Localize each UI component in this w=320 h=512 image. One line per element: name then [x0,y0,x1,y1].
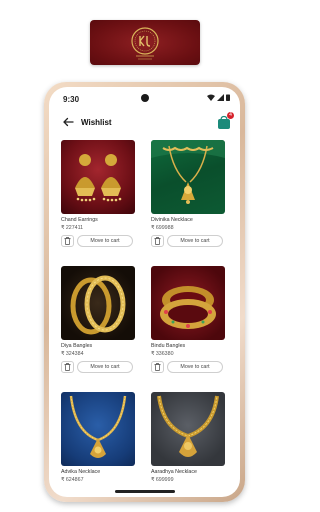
necklace-image-icon [151,140,225,204]
product-name: Aaradhya Necklace [151,469,197,475]
remove-button[interactable] [151,235,164,247]
product-name: Divinika Necklace [151,217,193,223]
bangles-image-icon [160,286,216,329]
wishlist-card: Diya Bangles ₹ 324384 Move to cart [61,266,135,379]
remove-button[interactable] [61,361,74,373]
signal-icon [217,94,224,101]
app-bar: Wishlist 4 [49,112,240,133]
camera-cutout [140,94,149,102]
remove-button[interactable] [151,361,164,373]
wishlist-card: Divinika Necklace ₹ 699988 Move to cart [151,140,225,253]
wishlist-card: Aaradhya Necklace ₹ 699999 [151,392,225,497]
product-image[interactable] [151,392,225,466]
earrings-image-icon [75,154,122,202]
wishlist-card: Bindu Bangles ₹ 336380 Move to cart [151,266,225,379]
product-price: ₹ 624867 [61,477,84,483]
bangles-image-icon [70,275,126,335]
necklace-image-icon [157,395,219,457]
status-time: 9:30 [63,95,80,104]
product-price: ₹ 336380 [151,351,174,357]
product-image[interactable] [61,140,135,214]
card-actions: Move to cart [61,361,135,373]
move-to-cart-button[interactable]: Move to cart [167,361,223,373]
page-title: Wishlist [81,118,112,127]
remove-button[interactable] [61,235,74,247]
move-to-cart-button[interactable]: Move to cart [167,235,223,247]
wishlist-card: Chand Earrings ₹ 227411 Move to cart [61,140,135,253]
status-bar: 9:30 [49,87,240,109]
trash-icon [64,237,71,245]
product-price: ₹ 324384 [61,351,84,357]
move-to-cart-button[interactable]: Move to cart [77,361,133,373]
wifi-icon [207,94,215,101]
card-actions: Move to cart [61,235,135,247]
trash-icon [154,237,161,245]
cart-button[interactable]: 4 [216,112,234,131]
necklace-image-icon [69,395,127,458]
wishlist-card: Advika Necklace ₹ 624867 [61,392,135,497]
battery-icon [226,94,230,101]
product-name: Chand Earrings [61,217,98,223]
trash-icon [64,363,71,371]
app-screen: 9:30 Wishlist 4 Chand Earrings ₹ 227411 … [49,87,240,497]
brand-logo-banner [90,20,200,65]
product-price: ₹ 699988 [151,225,174,231]
product-image[interactable] [61,266,135,340]
card-actions: Move to cart [151,235,225,247]
product-price: ₹ 699999 [151,477,174,483]
cart-count-badge: 4 [227,112,234,119]
product-name: Advika Necklace [61,469,101,475]
wishlist-grid: Chand Earrings ₹ 227411 Move to cart Div… [61,140,228,497]
trash-icon [154,363,161,371]
move-to-cart-button[interactable]: Move to cart [77,235,133,247]
brand-emblem-icon [131,26,159,59]
card-actions: Move to cart [151,361,225,373]
back-arrow-icon[interactable] [61,115,75,129]
product-price: ₹ 227411 [61,225,84,231]
status-icons [207,94,230,101]
product-image[interactable] [61,392,135,466]
product-name: Bindu Bangles [151,343,186,349]
home-indicator[interactable] [114,490,175,493]
phone-frame: 9:30 Wishlist 4 Chand Earrings ₹ 227411 … [44,82,245,502]
product-name: Diya Bangles [61,343,93,349]
product-image[interactable] [151,266,225,340]
product-image[interactable] [151,140,225,214]
